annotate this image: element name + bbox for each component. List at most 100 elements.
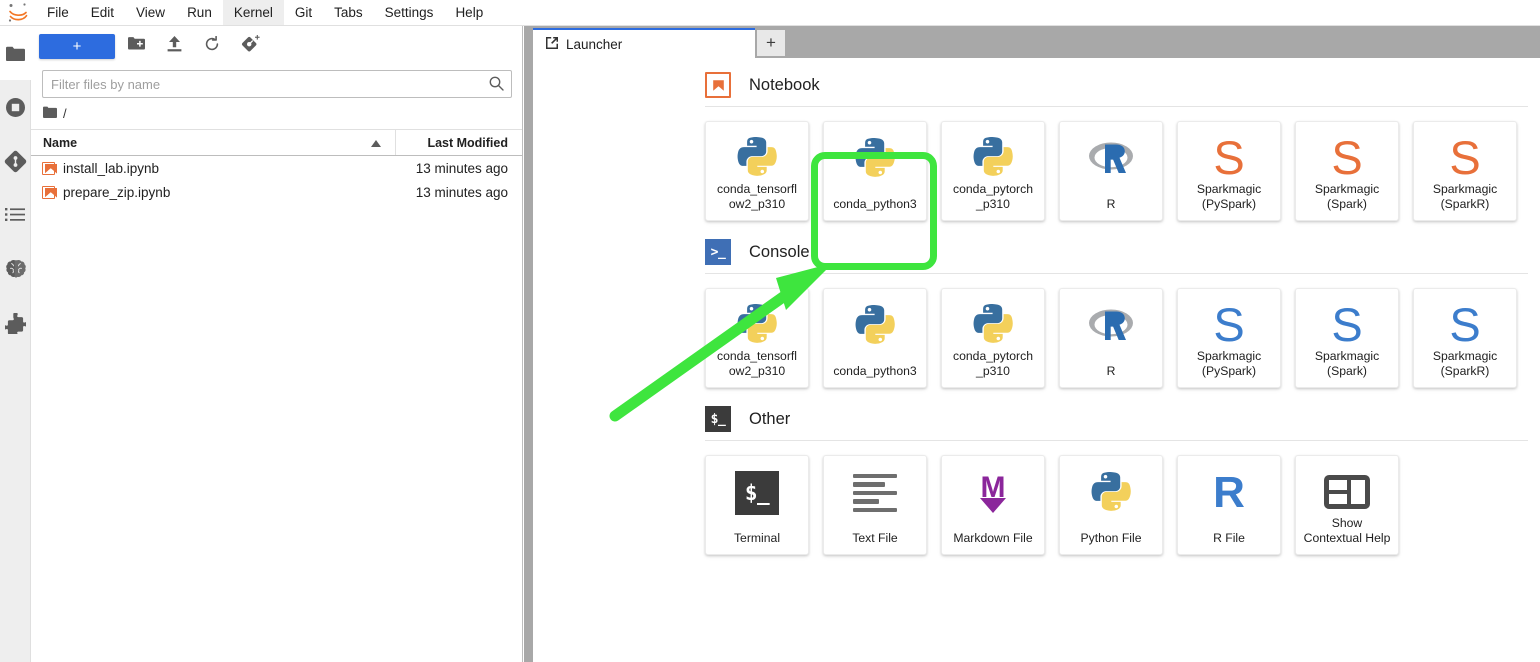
- launcher-card-sparkmagic-spark[interactable]: S Sparkmagic (Spark): [1295, 121, 1399, 221]
- launcher-card-sparkmagic-pyspark[interactable]: S Sparkmagic (PySpark): [1177, 121, 1281, 221]
- markdown-icon: M: [967, 467, 1019, 519]
- launcher-card-conda-python3[interactable]: conda_python3: [823, 121, 927, 221]
- notebook-section-icon: [705, 72, 731, 98]
- launcher-card-conda-tensorflow2-p310[interactable]: conda_tensorfl ow2_p310: [705, 121, 809, 221]
- search-icon[interactable]: [489, 76, 504, 96]
- launcher-card-console-sparkmagic-pyspark[interactable]: S Sparkmagic (PySpark): [1177, 288, 1281, 388]
- card-label: Sparkmagic (PySpark): [1196, 182, 1262, 211]
- menu-view[interactable]: View: [125, 0, 176, 25]
- section-divider: [705, 106, 1528, 107]
- git-clone-button[interactable]: [233, 32, 267, 60]
- section-title: Notebook: [749, 75, 820, 94]
- refresh-button[interactable]: [195, 32, 229, 60]
- menu-help[interactable]: Help: [444, 0, 494, 25]
- new-folder-icon: [127, 36, 145, 56]
- new-tab-button[interactable]: +: [757, 30, 785, 56]
- folder-icon: [43, 106, 57, 121]
- terminal-icon: $_: [731, 467, 783, 519]
- card-label: conda_tensorfl ow2_p310: [717, 349, 797, 378]
- section-header-console: >_ Console: [705, 239, 1540, 265]
- jupyterlab-window: File Edit View Run Kernel Git Tabs Setti…: [0, 0, 1540, 662]
- launcher-card-console-sparkmagic-sparkr[interactable]: S Sparkmagic (SparkR): [1413, 288, 1517, 388]
- python-logo: [967, 133, 1019, 182]
- new-launcher-button[interactable]: +: [39, 33, 115, 59]
- breadcrumb-path: /: [63, 106, 67, 121]
- card-label: Markdown File: [953, 530, 1033, 545]
- menu-settings[interactable]: Settings: [374, 0, 445, 25]
- sidebar-item-file-browser[interactable]: [0, 26, 31, 80]
- python-logo: [731, 300, 783, 349]
- table-row[interactable]: prepare_zip.ipynb 13 minutes ago: [31, 180, 522, 204]
- other-card-row: $_ Terminal Text File M Markdown File Py…: [705, 455, 1540, 555]
- launcher-card-python-file[interactable]: Python File: [1059, 455, 1163, 555]
- tab-launcher[interactable]: Launcher: [533, 28, 755, 58]
- upload-button[interactable]: [157, 32, 191, 60]
- sparkmagic-icon: S: [1449, 131, 1481, 184]
- file-browser-panel: + Filter files by name / Name Last Modif…: [31, 26, 523, 662]
- python-logo: [967, 300, 1019, 349]
- sidebar-item-running-sessions[interactable]: [0, 80, 31, 134]
- file-name: install_lab.ipynb: [63, 160, 160, 176]
- jupyter-logo-icon: [0, 0, 36, 25]
- launcher-card-r-file[interactable]: R R File: [1177, 455, 1281, 555]
- file-last-modified: 13 minutes ago: [415, 160, 508, 176]
- sort-ascending-icon: [371, 136, 381, 150]
- launcher-card-console-sparkmagic-spark[interactable]: S Sparkmagic (Spark): [1295, 288, 1399, 388]
- launcher-card-terminal[interactable]: $_ Terminal: [705, 455, 809, 555]
- launcher-card-console-conda-python3[interactable]: conda_python3: [823, 288, 927, 388]
- card-label: R: [1106, 196, 1116, 211]
- puzzle-piece-icon: [5, 312, 26, 334]
- breadcrumb[interactable]: /: [31, 98, 522, 129]
- menu-file[interactable]: File: [36, 0, 80, 25]
- sparkmagic-icon: S: [1449, 298, 1481, 351]
- column-header-name[interactable]: Name: [31, 136, 395, 150]
- upload-icon: [167, 35, 182, 57]
- brain-icon: [5, 259, 27, 280]
- stop-circle-icon: [5, 97, 26, 118]
- launcher-card-contextual-help[interactable]: Show Contextual Help: [1295, 455, 1399, 555]
- sidebar-item-kernels[interactable]: [0, 242, 31, 296]
- menu-tabs[interactable]: Tabs: [323, 0, 374, 25]
- sidebar-item-git[interactable]: [0, 134, 31, 188]
- r-file-icon: R: [1213, 468, 1245, 517]
- launcher-card-markdown-file[interactable]: M Markdown File: [941, 455, 1045, 555]
- column-header-name-label: Name: [43, 135, 78, 150]
- launcher-card-text-file[interactable]: Text File: [823, 455, 927, 555]
- card-label: conda_pytorch _p310: [953, 182, 1033, 211]
- file-browser-toolbar: +: [31, 26, 522, 66]
- launcher-card-conda-pytorch-p310[interactable]: conda_pytorch _p310: [941, 121, 1045, 221]
- sidebar-item-extension-manager[interactable]: [0, 296, 31, 350]
- section-header-notebook: Notebook: [705, 72, 1540, 98]
- search-input[interactable]: [42, 70, 512, 98]
- card-label: conda_python3: [833, 196, 917, 211]
- tab-bar: Launcher +: [533, 26, 1540, 58]
- tab-label: Launcher: [566, 36, 623, 52]
- menu-bar: File Edit View Run Kernel Git Tabs Setti…: [0, 0, 1540, 26]
- other-section-icon: $_: [705, 406, 731, 432]
- table-row[interactable]: install_lab.ipynb 13 minutes ago: [31, 156, 522, 180]
- card-label: Text File: [852, 530, 898, 545]
- menu-git[interactable]: Git: [284, 0, 323, 25]
- launcher-card-r[interactable]: R: [1059, 121, 1163, 221]
- python-logo: [1085, 467, 1137, 519]
- notebook-icon: [42, 161, 55, 175]
- column-header-last-modified[interactable]: Last Modified: [395, 130, 522, 155]
- panel-splitter[interactable]: [524, 26, 533, 662]
- menu-run[interactable]: Run: [176, 0, 223, 25]
- sparkmagic-icon: S: [1213, 298, 1245, 351]
- launcher-card-sparkmagic-sparkr[interactable]: S Sparkmagic (SparkR): [1413, 121, 1517, 221]
- new-folder-button[interactable]: [119, 32, 153, 60]
- file-name: prepare_zip.ipynb: [63, 184, 171, 200]
- launcher-icon: [545, 36, 559, 53]
- launcher-card-console-conda-tensorflow2-p310[interactable]: conda_tensorfl ow2_p310: [705, 288, 809, 388]
- launcher-card-console-conda-pytorch-p310[interactable]: conda_pytorch _p310: [941, 288, 1045, 388]
- git-clone-icon: [241, 34, 260, 58]
- text-file-icon: [849, 467, 901, 519]
- menu-edit[interactable]: Edit: [80, 0, 125, 25]
- menu-kernel[interactable]: Kernel: [222, 0, 284, 25]
- card-label: Terminal: [733, 530, 781, 545]
- sidebar-item-table-of-contents[interactable]: [0, 188, 31, 242]
- launcher-panel: Notebook conda_tensorfl ow2_p310 conda_p…: [533, 58, 1540, 662]
- launcher-card-console-r[interactable]: R: [1059, 288, 1163, 388]
- list-icon: [5, 207, 26, 224]
